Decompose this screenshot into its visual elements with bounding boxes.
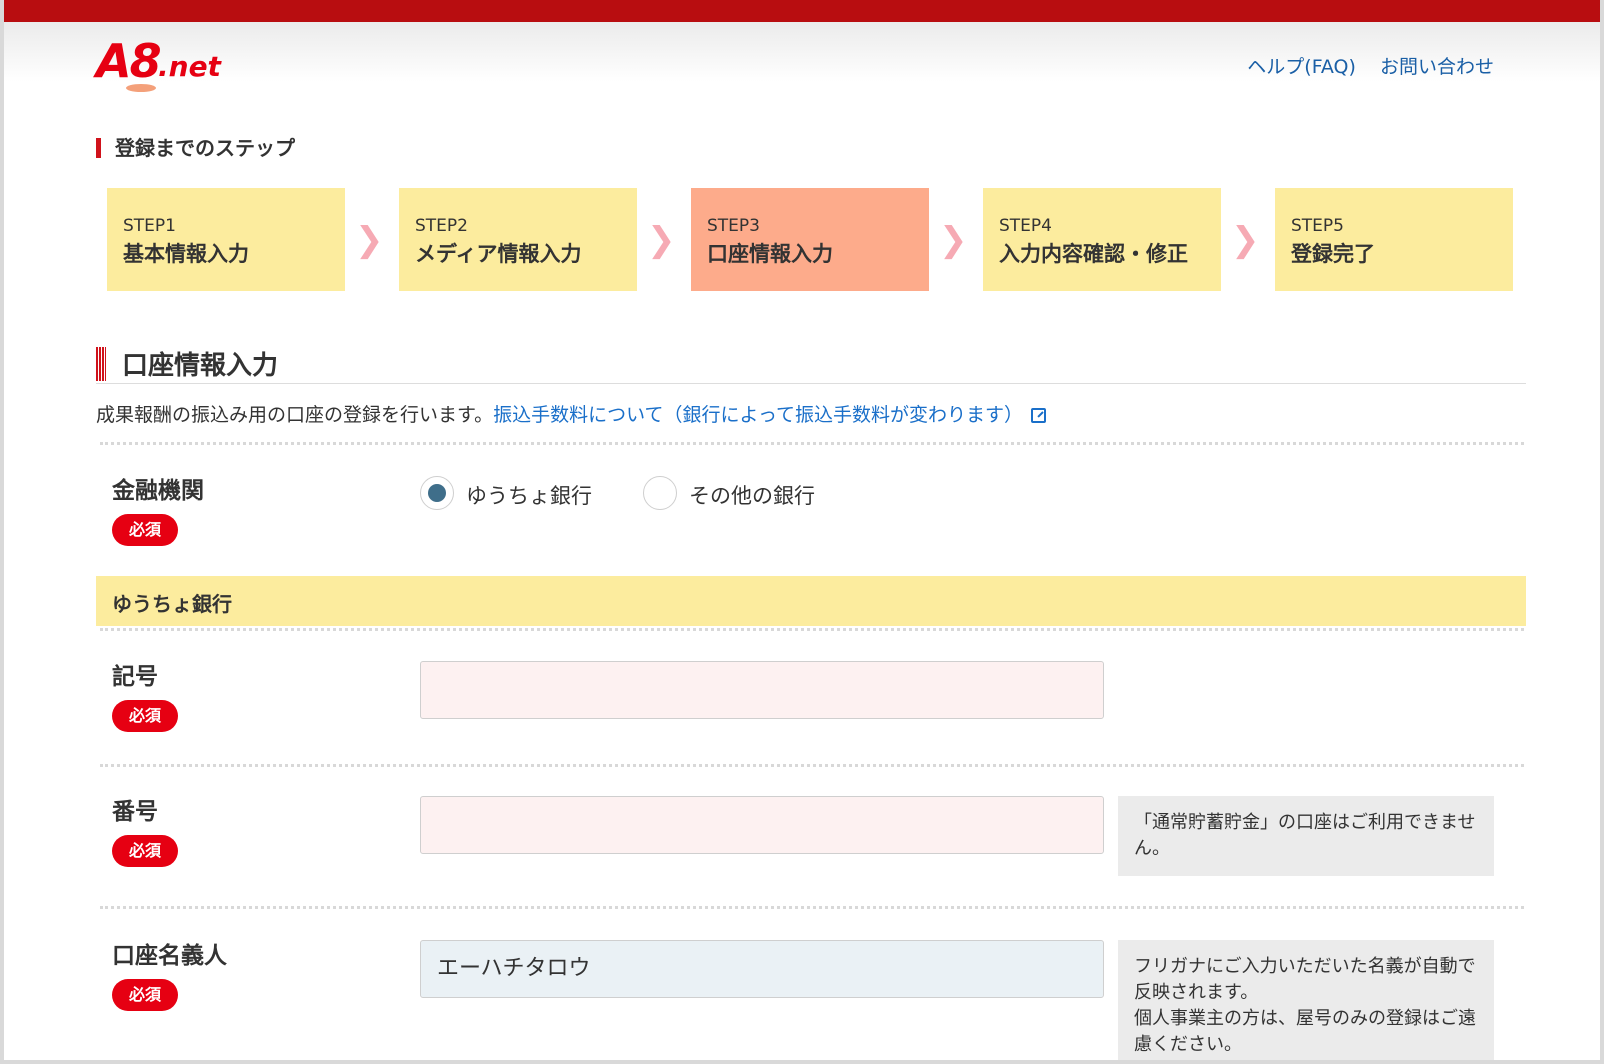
window-frame	[0, 0, 1604, 1064]
